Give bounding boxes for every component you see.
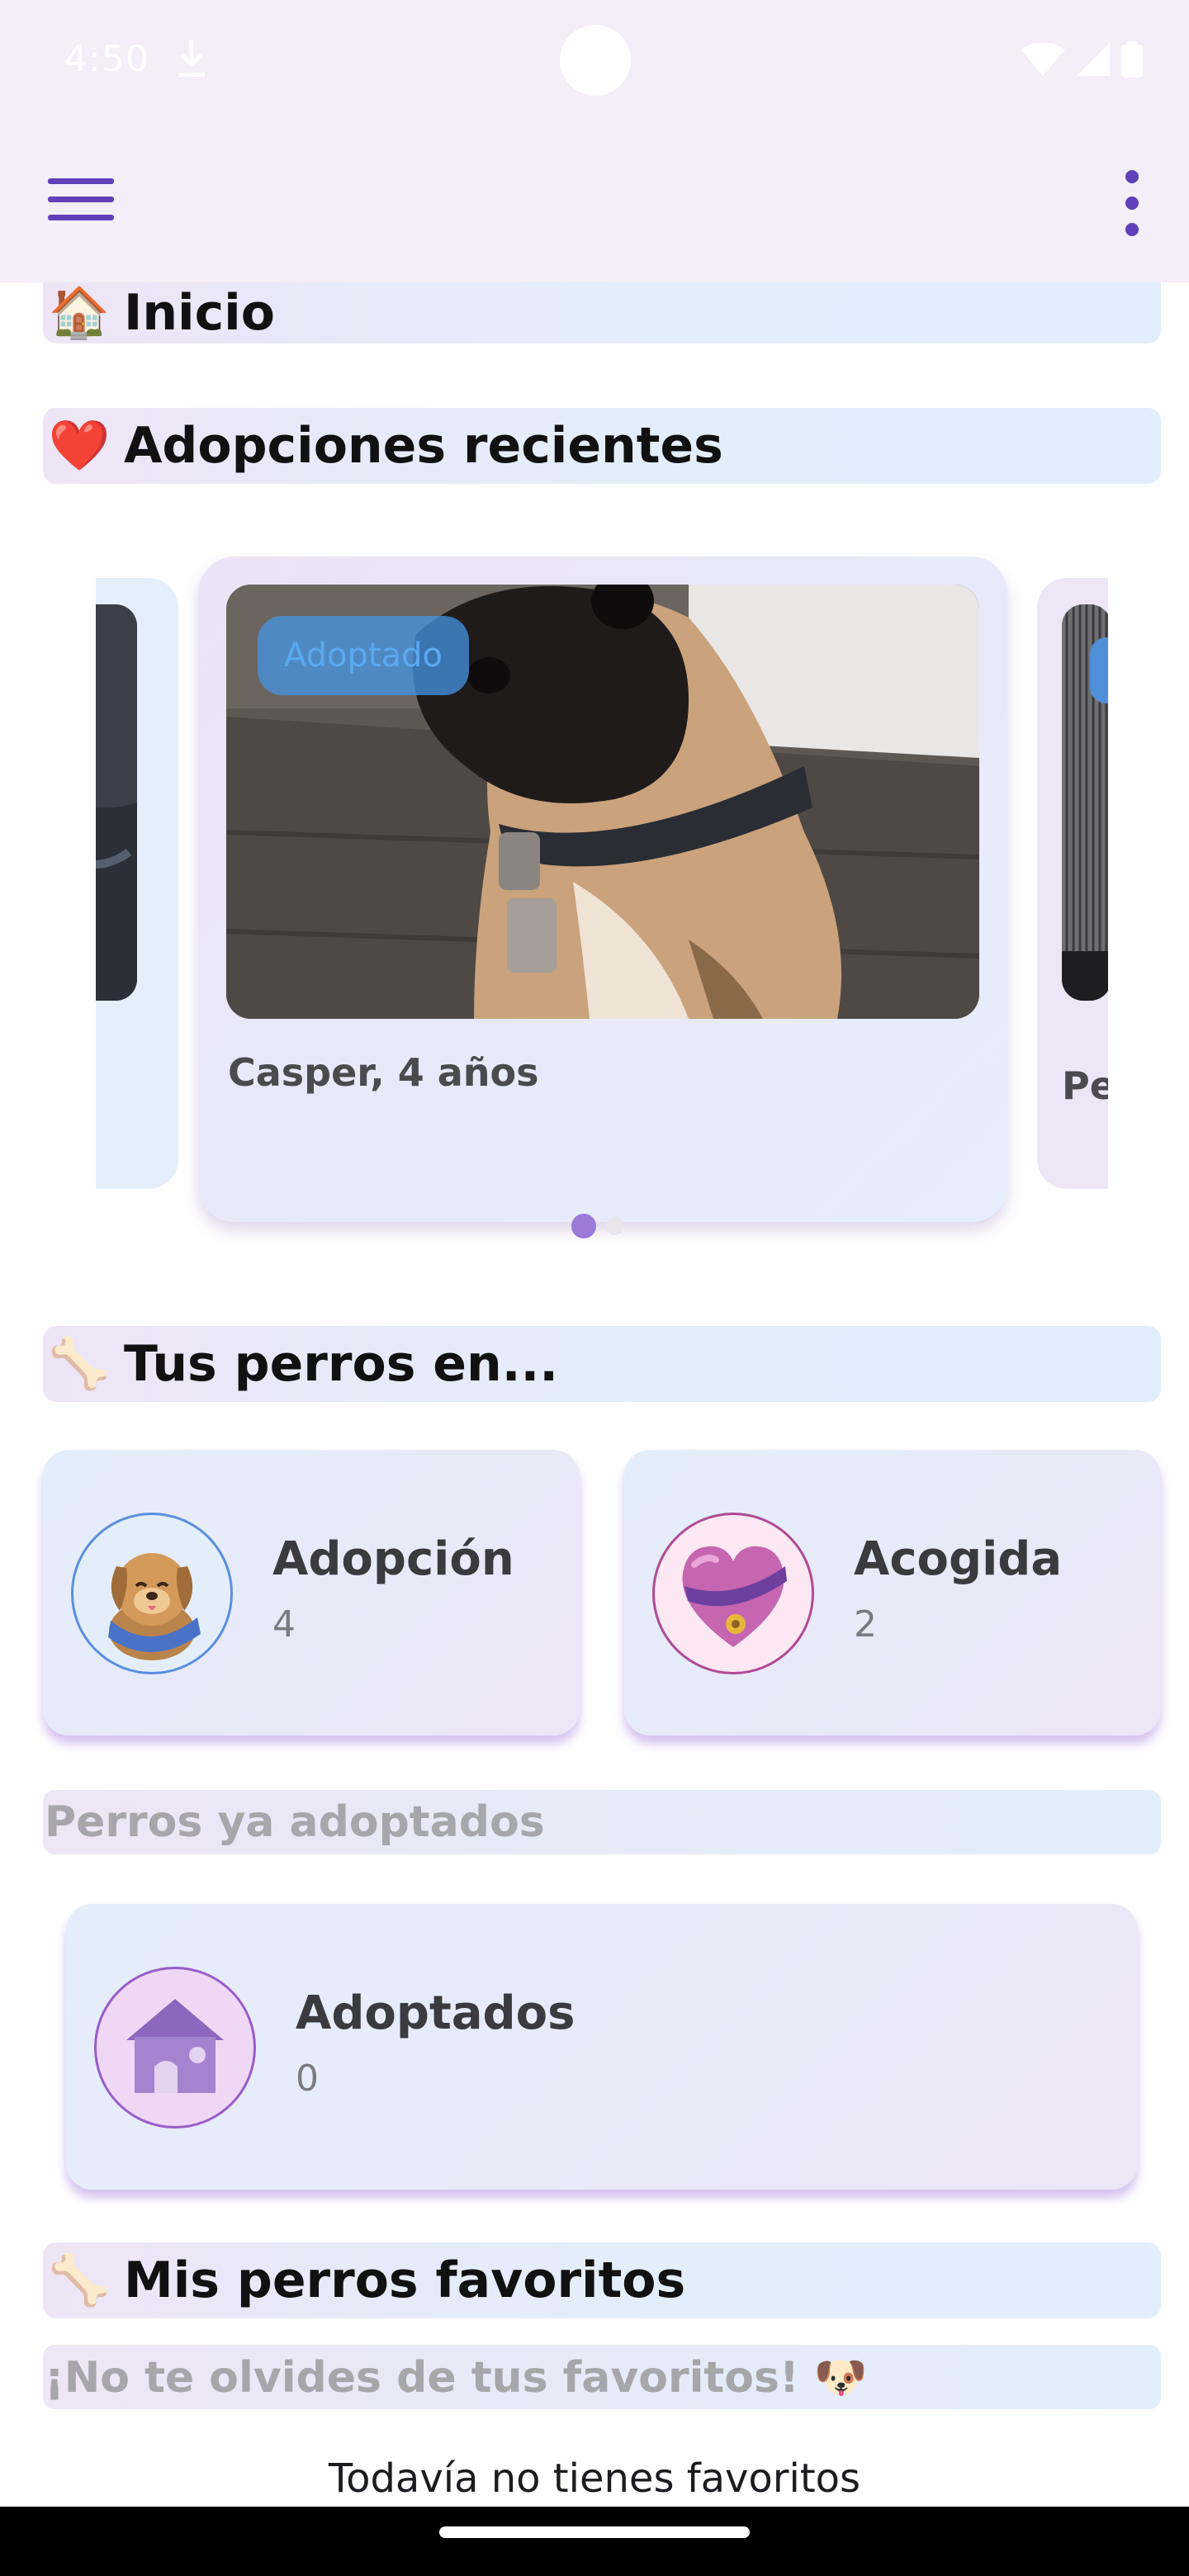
status-icons (1021, 41, 1143, 78)
carousel-card-current[interactable]: Adoptado Casper, 4 años (198, 556, 1007, 1222)
category-count: 2 (854, 1603, 877, 1646)
sub-header-text: Perros ya adoptados (45, 1797, 545, 1847)
kebab-icon[interactable] (1120, 170, 1144, 236)
section-title-home: Inicio (124, 284, 275, 342)
bone-icon: 🦴 (48, 1335, 111, 1393)
adopted-badge: Adoptado (258, 616, 469, 695)
hamburger-icon[interactable] (48, 173, 114, 226)
camera-cutout (560, 25, 631, 96)
carousel-card-next[interactable]: Pe (1037, 578, 1108, 1189)
download-icon (178, 40, 205, 77)
heart-icon: ❤️ (48, 417, 111, 475)
heart-collar-icon (652, 1513, 814, 1674)
recent-adoptions-carousel[interactable]: Adoptado Casper, 4 años Pe (96, 553, 1108, 1247)
doghouse-icon (94, 1967, 256, 2129)
section-header-recent: ❤️ Adopciones recientes (43, 408, 1161, 484)
section-title-favorites: Mis perros favoritos (124, 2252, 686, 2309)
dog-photo (96, 604, 137, 1001)
category-label: Acogida (854, 1532, 1063, 1586)
dog-icon (71, 1513, 233, 1674)
status-bar: 4:50 (0, 0, 1189, 124)
app-bar (0, 124, 1189, 282)
category-card-foster[interactable]: Acogida 2 (624, 1450, 1161, 1735)
category-card-adopted[interactable]: Adoptados 0 (66, 1904, 1138, 2190)
sub-header-text: ¡No te olvides de tus favoritos! 🐶 (45, 2352, 868, 2403)
section-header-yours: 🦴 Tus perros en... (43, 1326, 1161, 1402)
signal-icon (1077, 43, 1110, 76)
section-title-recent: Adopciones recientes (124, 417, 723, 475)
status-time: 4:50 (64, 38, 149, 80)
bone-icon: 🦴 (48, 2252, 111, 2309)
carousel-card-previous[interactable] (96, 578, 178, 1189)
sub-header-favorites: ¡No te olvides de tus favoritos! 🐶 (43, 2345, 1161, 2409)
category-count: 0 (296, 2057, 319, 2100)
category-count: 4 (272, 1603, 296, 1646)
category-card-adoption[interactable]: Adopción 4 (43, 1450, 580, 1735)
system-nav-bar (0, 2507, 1189, 2576)
battery-icon (1121, 41, 1143, 78)
dog-name-age: Casper, 4 años (228, 1050, 539, 1095)
category-label: Adopción (272, 1532, 514, 1586)
category-label: Adoptados (296, 1986, 576, 2040)
favorites-empty-message: Todavía no tienes favoritos (328, 2455, 861, 2502)
sub-header-adopted: Perros ya adoptados (43, 1790, 1161, 1854)
section-header-favorites: 🦴 Mis perros favoritos (43, 2242, 1161, 2318)
page-dot-active[interactable] (571, 1214, 596, 1238)
wifi-icon (1021, 43, 1065, 76)
page-dot[interactable] (606, 1217, 624, 1235)
carousel-page-indicator (571, 1214, 624, 1238)
section-header-home: 🏠 Inicio (43, 282, 1161, 343)
home-gesture-handle[interactable] (439, 2526, 750, 2538)
house-icon: 🏠 (48, 284, 111, 342)
dog-name-age: Pe (1062, 1063, 1108, 1108)
dog-photo (1062, 604, 1108, 1001)
section-title-yours: Tus perros en... (124, 1335, 559, 1393)
